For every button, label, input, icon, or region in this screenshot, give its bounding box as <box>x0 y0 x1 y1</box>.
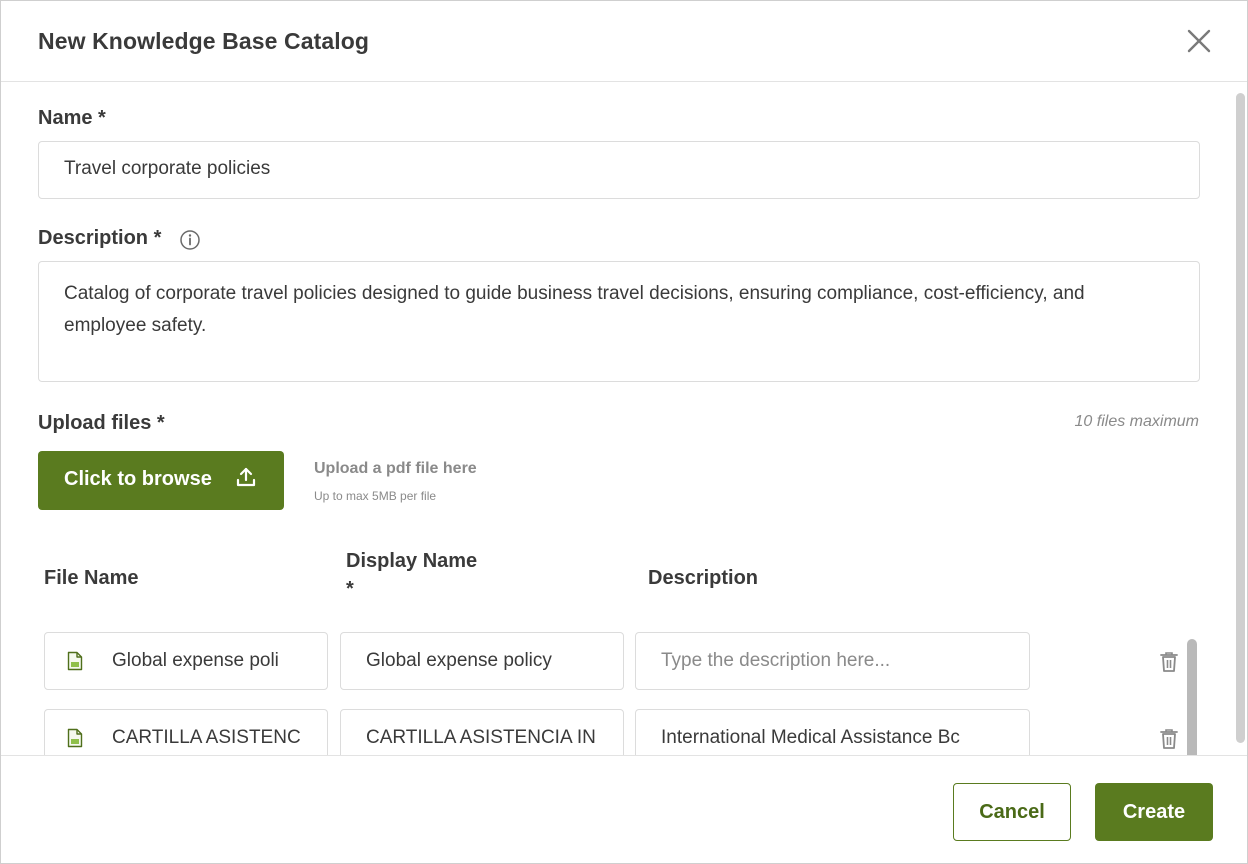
column-header-display-name-text: Display Name <box>346 550 478 572</box>
display-name-input[interactable]: Global expense policy <box>340 632 624 690</box>
file-name-cell: Global expense poli <box>44 632 328 690</box>
description-label: Description * <box>38 227 162 249</box>
delete-row-icon[interactable] <box>1160 651 1178 673</box>
table-scrollbar[interactable] <box>1187 639 1197 755</box>
file-description-input[interactable]: International Medical Assistance Bc <box>635 709 1030 755</box>
file-description-input[interactable]: Type the description here... <box>635 632 1030 690</box>
name-label: Name * <box>38 107 106 129</box>
file-description-placeholder: Type the description here... <box>661 650 891 671</box>
column-header-required-mark: * <box>346 578 354 600</box>
description-textarea-value: Catalog of corporate travel policies des… <box>64 283 1085 336</box>
upload-hint: Upload a pdf file here <box>314 460 477 477</box>
dialog-title: New Knowledge Base Catalog <box>38 28 370 54</box>
upload-icon <box>235 466 257 488</box>
display-name-value: Global expense policy <box>366 650 552 671</box>
browse-button-label: Click to browse <box>64 468 212 490</box>
upload-files-label: Upload files * <box>38 412 165 434</box>
column-header-display-name: Display Name * <box>346 547 477 603</box>
max-files-note: 10 files maximum <box>1074 413 1199 430</box>
display-name-value: CARTILLA ASISTENCIA IN <box>366 727 596 748</box>
upload-size-hint: Up to max 5MB per file <box>314 489 437 503</box>
column-header-description: Description <box>648 567 759 589</box>
file-name-text: CARTILLA ASISTENC <box>112 727 301 748</box>
knowledge-base-dialog: New Knowledge Base Catalog Name * Travel… <box>0 0 1248 864</box>
name-input-value: Travel corporate policies <box>64 158 271 179</box>
create-button[interactable]: Create <box>1095 783 1213 841</box>
info-icon[interactable] <box>179 229 201 251</box>
name-input[interactable]: Travel corporate policies <box>38 141 1200 199</box>
column-header-file-name: File Name <box>44 567 139 589</box>
dialog-scrollbar[interactable] <box>1236 93 1245 743</box>
file-description-value: International Medical Assistance Bc <box>661 727 960 748</box>
file-icon <box>67 728 83 748</box>
dialog-footer: Cancel Create <box>1 755 1247 863</box>
dialog-body: Name * Travel corporate policies Descrip… <box>1 83 1247 755</box>
display-name-input[interactable]: CARTILLA ASISTENCIA IN <box>340 709 624 755</box>
delete-row-icon[interactable] <box>1160 728 1178 750</box>
browse-button[interactable]: Click to browse <box>38 451 284 510</box>
file-name-text: Global expense poli <box>112 650 279 671</box>
cancel-button[interactable]: Cancel <box>953 783 1071 841</box>
close-icon[interactable] <box>1185 27 1213 55</box>
file-name-cell: CARTILLA ASISTENC <box>44 709 328 755</box>
file-icon <box>67 651 83 671</box>
description-textarea[interactable]: Catalog of corporate travel policies des… <box>38 261 1200 382</box>
dialog-header: New Knowledge Base Catalog <box>1 1 1247 82</box>
